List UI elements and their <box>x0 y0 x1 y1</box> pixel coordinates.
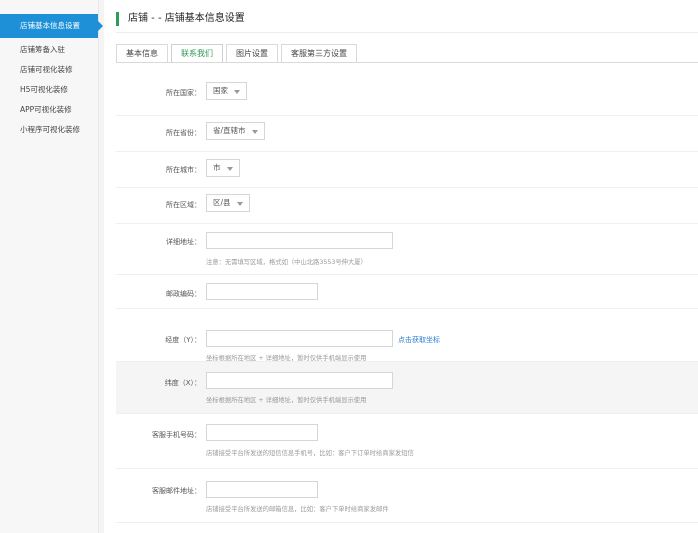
sidebar: 店铺基本信息设置 店铺筹备入驻 店铺可视化装修 H5可视化装修 APP可视化装修… <box>0 0 103 533</box>
sidebar-item-store-onboarding[interactable]: 店铺筹备入驻 <box>0 40 98 60</box>
tab-image-settings[interactable]: 图片设置 <box>226 44 278 63</box>
phone-input[interactable] <box>206 424 318 441</box>
chevron-down-icon <box>234 90 240 94</box>
email-hint: 店铺接受平台所发送的邮箱信息，比如：客户下单时给商家发邮件 <box>206 506 389 513</box>
district-label: 所在区域： <box>166 201 201 209</box>
city-select-value: 市 <box>213 163 221 172</box>
form-row-latitude: 经度（Y）： 点击获取坐标 坐标根据所在地区 + 详细地址，暂时仅供手机端显示使… <box>116 309 698 362</box>
form-row-phone: 客服手机号码： 店铺接受平台所发送的短信信息手机号，比如：客户下订单时给商家发短… <box>116 414 698 469</box>
longitude-label: 纬度（X）： <box>164 379 201 387</box>
province-select-value: 省/直辖市 <box>213 126 246 135</box>
sidebar-item-store-visual-decoration[interactable]: 店铺可视化装修 <box>0 60 98 80</box>
city-label: 所在城市： <box>166 166 201 174</box>
district-select[interactable]: 区/县 <box>206 194 250 212</box>
tab-contact-us[interactable]: 联系我们 <box>171 44 223 63</box>
province-label: 所在省份： <box>166 129 201 137</box>
form-row-country: 所在国家： 国家 <box>116 63 698 116</box>
main-panel: 店铺 - - 店铺基本信息设置 基本信息 联系我们 图片设置 客服第三方设置 所… <box>104 0 698 533</box>
latitude-hint: 坐标根据所在地区 + 详细地址，暂时仅供手机端显示使用 <box>206 355 367 362</box>
address-label: 详细地址： <box>166 238 201 246</box>
postcode-input[interactable] <box>206 283 318 300</box>
chevron-down-icon <box>236 202 243 206</box>
latitude-label: 经度（Y）： <box>165 336 201 344</box>
sidebar-item-h5-decoration[interactable]: H5可视化装修 <box>0 80 98 100</box>
chevron-down-icon <box>251 130 258 134</box>
sidebar-item-app-decoration[interactable]: APP可视化装修 <box>0 100 98 120</box>
district-select-value: 区/县 <box>213 198 231 207</box>
form-row-postcode: 邮政编码： <box>116 275 698 309</box>
form-row-district: 所在区域： 区/县 <box>116 188 698 224</box>
longitude-input[interactable] <box>206 372 393 389</box>
city-select[interactable]: 市 <box>206 159 240 177</box>
province-select[interactable]: 省/直辖市 <box>206 122 265 140</box>
country-select-value: 国家 <box>213 86 228 95</box>
tab-customer-service-third-party[interactable]: 客服第三方设置 <box>281 44 357 63</box>
email-label: 客服邮件地址： <box>152 487 201 495</box>
sidebar-item-store-basic-info[interactable]: 店铺基本信息设置 <box>0 14 103 38</box>
page-title: 店铺 - - 店铺基本信息设置 <box>116 12 245 26</box>
contact-form: 所在国家： 国家 所在省份： 省/直辖市 所在城市： 市 所在区域： 区/县 详… <box>116 63 698 523</box>
get-coordinates-link[interactable]: 点击获取坐标 <box>398 335 440 345</box>
title-divider <box>116 32 698 33</box>
email-input[interactable] <box>206 481 318 498</box>
country-label: 所在国家： <box>166 89 201 97</box>
country-select[interactable]: 国家 <box>206 82 247 100</box>
form-row-address: 详细地址： 注意：无需填写区域，格式如（中山北路3553号伸大厦） <box>116 224 698 275</box>
longitude-hint: 坐标根据所在地区 + 详细地址，暂时仅供手机端显示使用 <box>206 397 367 404</box>
form-row-province: 所在省份： 省/直辖市 <box>116 116 698 152</box>
form-row-email: 客服邮件地址： 店铺接受平台所发送的邮箱信息，比如：客户下单时给商家发邮件 <box>116 469 698 523</box>
phone-label: 客服手机号码： <box>152 431 201 439</box>
postcode-label: 邮政编码： <box>166 290 201 298</box>
address-hint: 注意：无需填写区域，格式如（中山北路3553号伸大厦） <box>206 259 367 266</box>
address-input[interactable] <box>206 232 393 249</box>
tab-bar: 基本信息 联系我们 图片设置 客服第三方设置 <box>116 44 360 63</box>
form-row-longitude: 纬度（X）： 坐标根据所在地区 + 详细地址，暂时仅供手机端显示使用 <box>116 362 698 414</box>
latitude-input[interactable] <box>206 330 393 347</box>
form-row-city: 所在城市： 市 <box>116 152 698 188</box>
phone-hint: 店铺接受平台所发送的短信信息手机号，比如：客户下订单时给商家发短信 <box>206 450 414 457</box>
sidebar-item-miniprogram-decoration[interactable]: 小程序可视化装修 <box>0 120 98 140</box>
chevron-down-icon <box>226 167 233 171</box>
tab-basic-info[interactable]: 基本信息 <box>116 44 168 63</box>
